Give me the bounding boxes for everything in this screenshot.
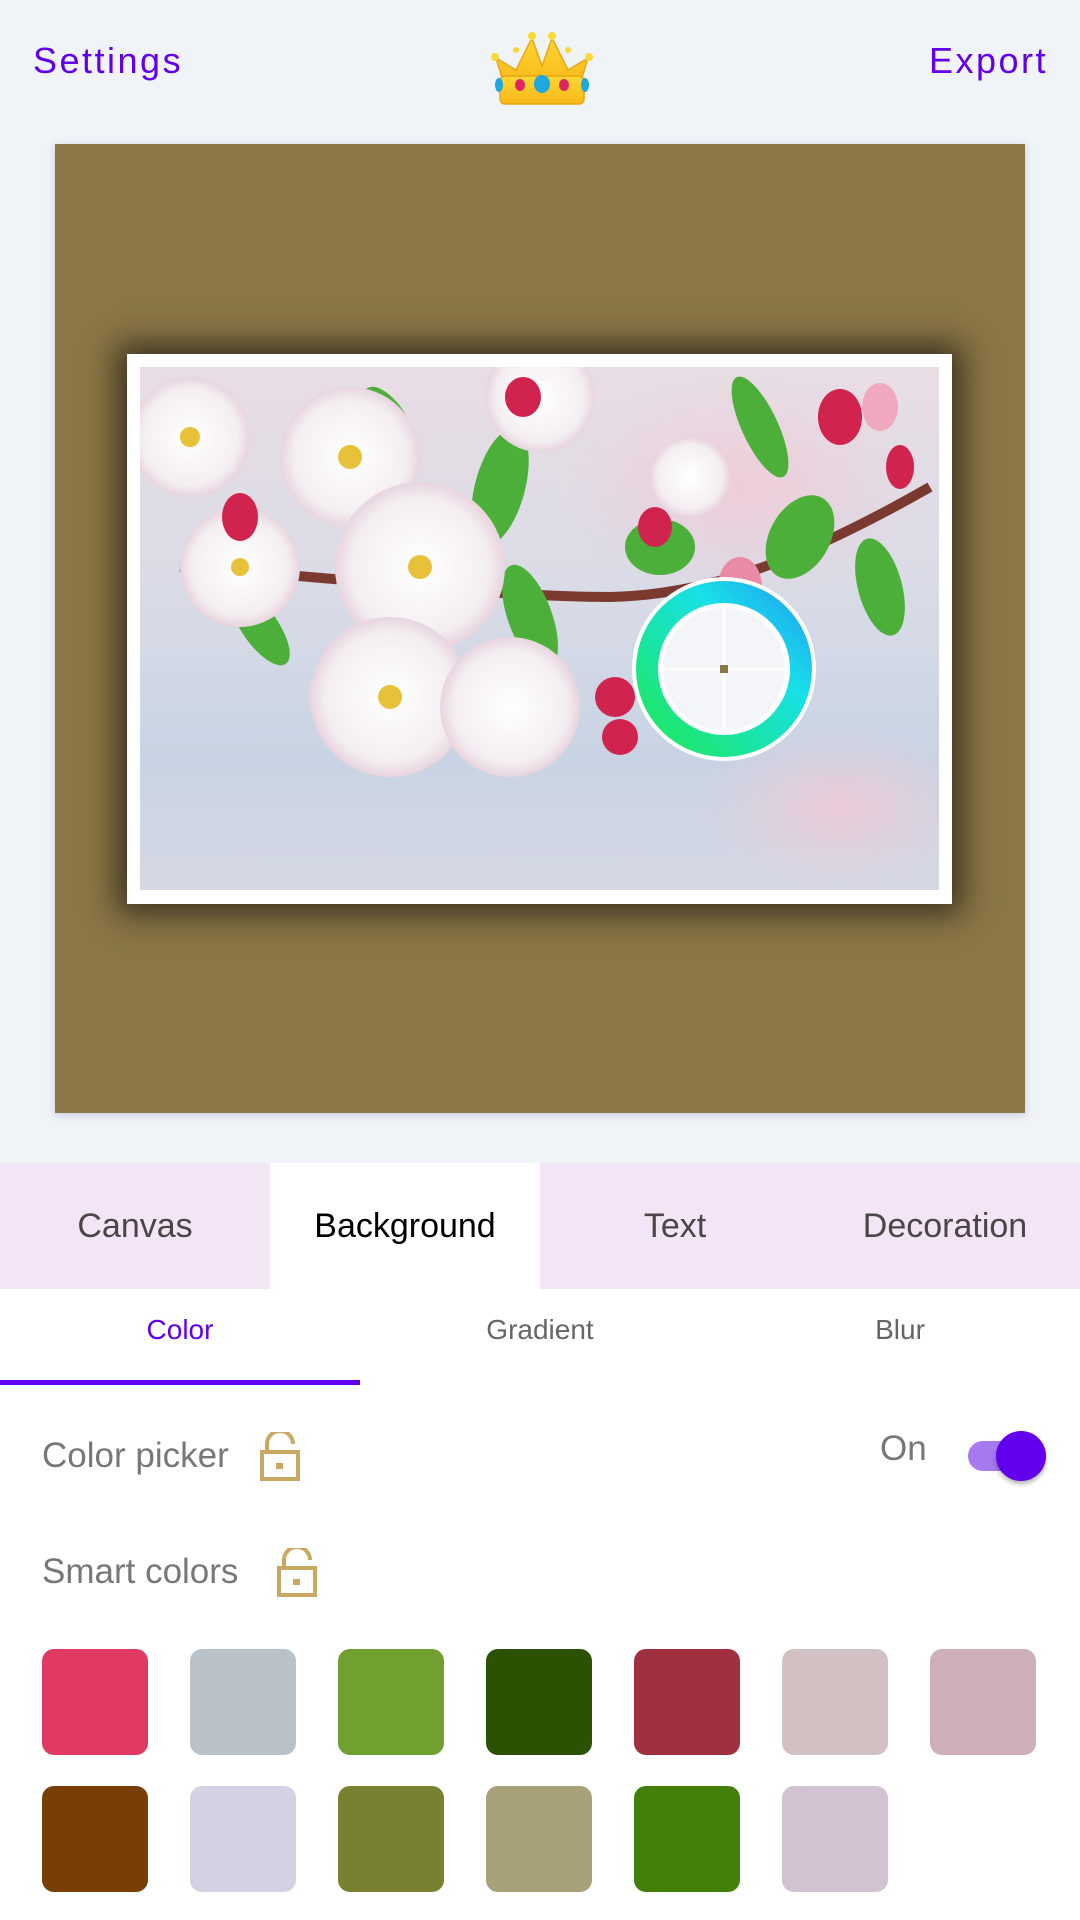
color-swatch[interactable] xyxy=(782,1786,888,1892)
color-swatch[interactable] xyxy=(42,1649,148,1755)
color-swatch[interactable] xyxy=(42,1786,148,1892)
unlock-icon[interactable] xyxy=(276,1548,318,1598)
subtab-gradient[interactable]: Gradient xyxy=(360,1289,720,1385)
color-swatch[interactable] xyxy=(338,1786,444,1892)
top-bar: Settings Export xyxy=(0,0,1080,130)
smart-colors-label: Smart colors xyxy=(42,1552,239,1591)
background-subtabs: Color Gradient Blur xyxy=(0,1289,1080,1385)
color-swatch[interactable] xyxy=(486,1649,592,1755)
main-tabs: Canvas Background Text Decoration xyxy=(0,1163,1080,1289)
crown-icon[interactable] xyxy=(490,28,594,110)
settings-button[interactable]: Settings xyxy=(33,40,183,82)
color-picker-label: Color picker xyxy=(42,1436,229,1475)
toggle-thumb xyxy=(996,1431,1046,1481)
color-swatch[interactable] xyxy=(634,1786,740,1892)
subtab-color[interactable]: Color xyxy=(0,1289,360,1385)
color-swatch[interactable] xyxy=(486,1786,592,1892)
tab-background[interactable]: Background xyxy=(270,1163,540,1289)
color-swatch[interactable] xyxy=(782,1649,888,1755)
unlock-icon[interactable] xyxy=(259,1432,301,1482)
color-panel: Color picker On Smart colors xyxy=(0,1385,1080,1920)
tab-text[interactable]: Text xyxy=(540,1163,810,1289)
tab-decoration[interactable]: Decoration xyxy=(810,1163,1080,1289)
color-picker-toggle[interactable] xyxy=(966,1427,1050,1483)
color-swatch[interactable] xyxy=(930,1649,1036,1755)
canvas-preview[interactable] xyxy=(55,144,1025,1113)
tab-canvas[interactable]: Canvas xyxy=(0,1163,270,1289)
color-swatch[interactable] xyxy=(190,1786,296,1892)
export-button[interactable]: Export xyxy=(929,40,1048,82)
color-picker-ring-icon[interactable] xyxy=(627,572,821,766)
color-swatch[interactable] xyxy=(190,1649,296,1755)
color-swatch[interactable] xyxy=(634,1649,740,1755)
subtab-blur[interactable]: Blur xyxy=(720,1289,1080,1385)
photo-frame[interactable] xyxy=(127,354,952,904)
toggle-state-label: On xyxy=(880,1429,927,1468)
color-swatch[interactable] xyxy=(338,1649,444,1755)
